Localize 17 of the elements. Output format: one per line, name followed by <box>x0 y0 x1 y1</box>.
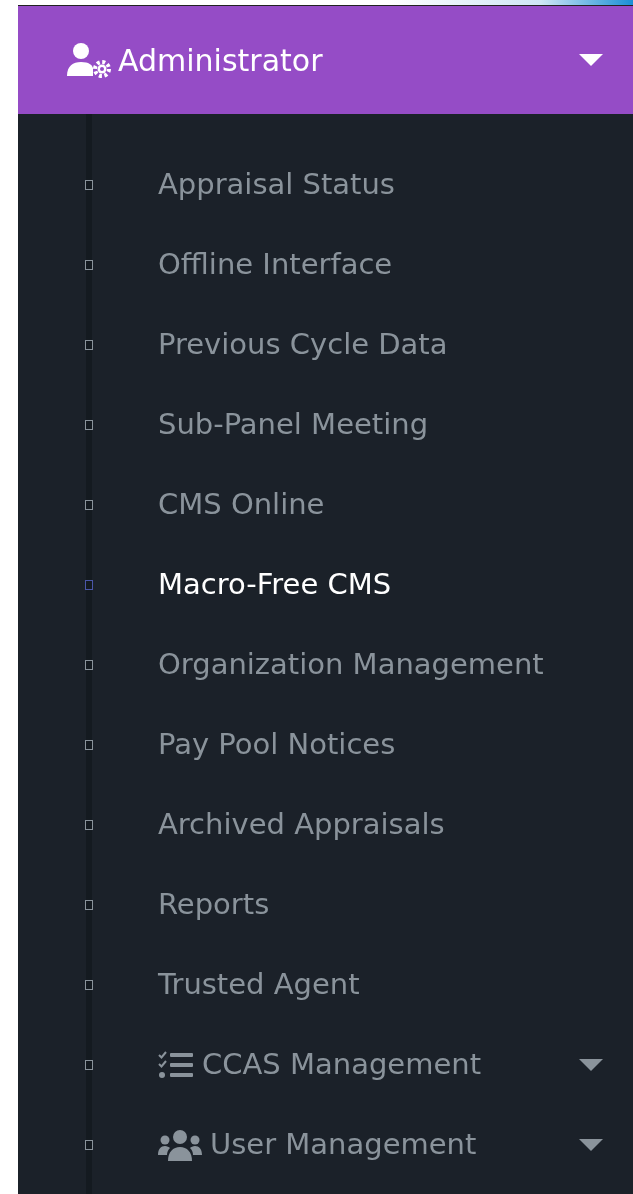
users-icon <box>158 1129 202 1161</box>
menu-link[interactable]: Offline Interface <box>158 243 603 287</box>
user-gear-icon <box>66 42 112 78</box>
menu-link[interactable]: Reports <box>158 883 603 927</box>
menu-link[interactable]: Organization Management <box>158 643 603 687</box>
menu-link[interactable]: Macro-Free CMS <box>158 563 603 607</box>
menu-link[interactable]: Pay Pool Notices <box>158 723 603 767</box>
menu-link[interactable]: CMS Online <box>158 483 603 527</box>
administrator-menu-header[interactable]: Administrator <box>18 6 633 114</box>
menu-link[interactable]: Archived Appraisals <box>158 803 603 847</box>
checklist-icon <box>158 1051 194 1079</box>
menu-link[interactable]: Appraisal Status <box>158 163 603 207</box>
menu-link[interactable]: CCAS Management <box>158 1043 579 1087</box>
menu-link[interactable]: Trusted Agent <box>158 963 603 1007</box>
menu-link[interactable]: User Management <box>158 1123 579 1167</box>
menu-link[interactable]: Previous Cycle Data <box>158 323 603 367</box>
menu-link[interactable]: Sub-Panel Meeting <box>158 403 603 447</box>
